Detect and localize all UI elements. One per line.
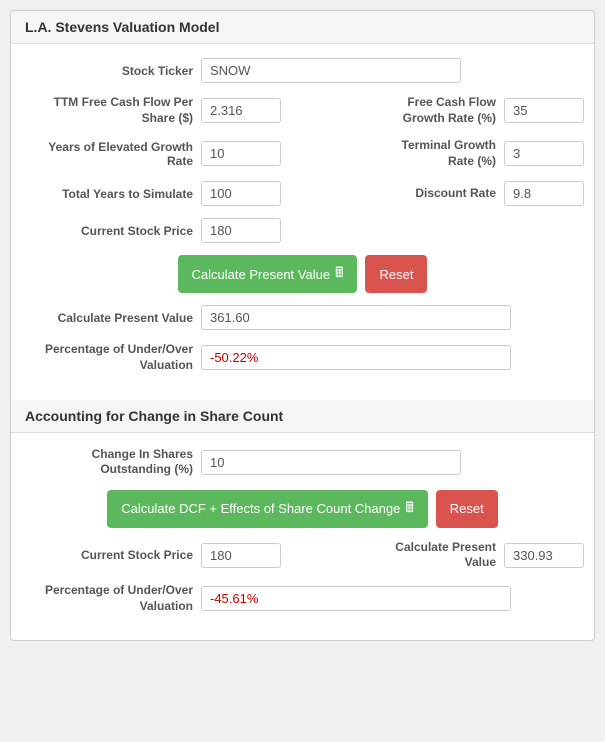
calculator-icon: 🖩 (335, 262, 343, 286)
pct-valuation-row: Percentage of Under/Over Valuation (21, 342, 584, 373)
years-elevated-input[interactable] (201, 141, 281, 166)
fcf-growth-label: Free Cash Flow Growth Rate (%) (374, 95, 504, 126)
section2-body: Change In Shares Outstanding (%) Calcula… (11, 433, 594, 641)
discount-rate-input[interactable] (504, 181, 584, 206)
reset-button[interactable]: Reset (365, 255, 427, 293)
terminal-growth-input[interactable] (504, 141, 584, 166)
pct2-valuation-label: Percentage of Under/Over Valuation (21, 583, 201, 614)
terminal-growth-group: Terminal Growth Rate (%) (374, 138, 584, 169)
buttons-row-2: Calculate DCF + Effects of Share Count C… (21, 490, 584, 528)
stock-ticker-input[interactable] (201, 58, 461, 83)
current-stock-price-input[interactable] (201, 218, 281, 243)
change-shares-input[interactable] (201, 450, 461, 475)
calc-pv-result[interactable] (201, 305, 511, 330)
total-years-row: Total Years to Simulate Discount Rate (21, 181, 584, 206)
csp2-input[interactable] (201, 543, 281, 568)
reset-button-2-label: Reset (450, 501, 484, 516)
reset-button-2[interactable]: Reset (436, 490, 498, 528)
ttm-row: TTM Free Cash Flow Per Share ($) Free Ca… (21, 95, 584, 126)
pct2-valuation-row: Percentage of Under/Over Valuation (21, 583, 584, 614)
calc-pv-row: Calculate Present Value (21, 305, 584, 330)
current-stock-price-row: Current Stock Price (21, 218, 584, 243)
section1-header: L.A. Stevens Valuation Model (11, 11, 594, 44)
discount-rate-group: Discount Rate (374, 181, 584, 206)
calculator-icon-2: 🖩 (405, 497, 413, 521)
fcf-growth-group: Free Cash Flow Growth Rate (%) (374, 95, 584, 126)
current-stock-price-label: Current Stock Price (21, 224, 201, 238)
section2-title: Accounting for Change in Share Count (25, 408, 283, 424)
discount-rate-label: Discount Rate (374, 186, 504, 202)
total-years-label: Total Years to Simulate (21, 187, 201, 201)
reset-button-label: Reset (379, 267, 413, 282)
pct-valuation-result[interactable] (201, 345, 511, 370)
calc-pv2-label: Calculate Present Value (374, 540, 504, 571)
total-years-input[interactable] (201, 181, 281, 206)
section2-header: Accounting for Change in Share Count (11, 400, 594, 433)
change-shares-label: Change In Shares Outstanding (%) (21, 447, 201, 478)
section1-title: L.A. Stevens Valuation Model (25, 19, 219, 35)
calc-pv2-group: Calculate Present Value (374, 540, 584, 571)
buttons-row: Calculate Present Value 🖩 Reset (21, 255, 584, 293)
calculate-button[interactable]: Calculate Present Value 🖩 (178, 255, 358, 293)
calculate-dcf-button[interactable]: Calculate DCF + Effects of Share Count C… (107, 490, 427, 528)
calculate-dcf-button-label: Calculate DCF + Effects of Share Count C… (121, 501, 400, 516)
fcf-growth-input[interactable] (504, 98, 584, 123)
calc-pv2-result[interactable] (504, 543, 584, 568)
csp2-row: Current Stock Price Calculate Present Va… (21, 540, 584, 571)
change-shares-row: Change In Shares Outstanding (%) (21, 447, 584, 478)
ttm-label: TTM Free Cash Flow Per Share ($) (21, 95, 201, 126)
calculate-button-label: Calculate Present Value (192, 267, 331, 282)
csp2-label: Current Stock Price (21, 548, 201, 562)
terminal-growth-label: Terminal Growth Rate (%) (374, 138, 504, 169)
pct-valuation-label: Percentage of Under/Over Valuation (21, 342, 201, 373)
years-elevated-label: Years of Elevated Growth Rate (21, 140, 201, 168)
stock-ticker-label: Stock Ticker (21, 64, 201, 78)
pct2-valuation-result[interactable] (201, 586, 511, 611)
stock-ticker-row: Stock Ticker (21, 58, 584, 83)
calc-pv-label: Calculate Present Value (21, 311, 201, 325)
years-row: Years of Elevated Growth Rate Terminal G… (21, 138, 584, 169)
ttm-input[interactable] (201, 98, 281, 123)
section1-body: Stock Ticker TTM Free Cash Flow Per Shar… (11, 44, 594, 400)
app-container: L.A. Stevens Valuation Model Stock Ticke… (10, 10, 595, 641)
